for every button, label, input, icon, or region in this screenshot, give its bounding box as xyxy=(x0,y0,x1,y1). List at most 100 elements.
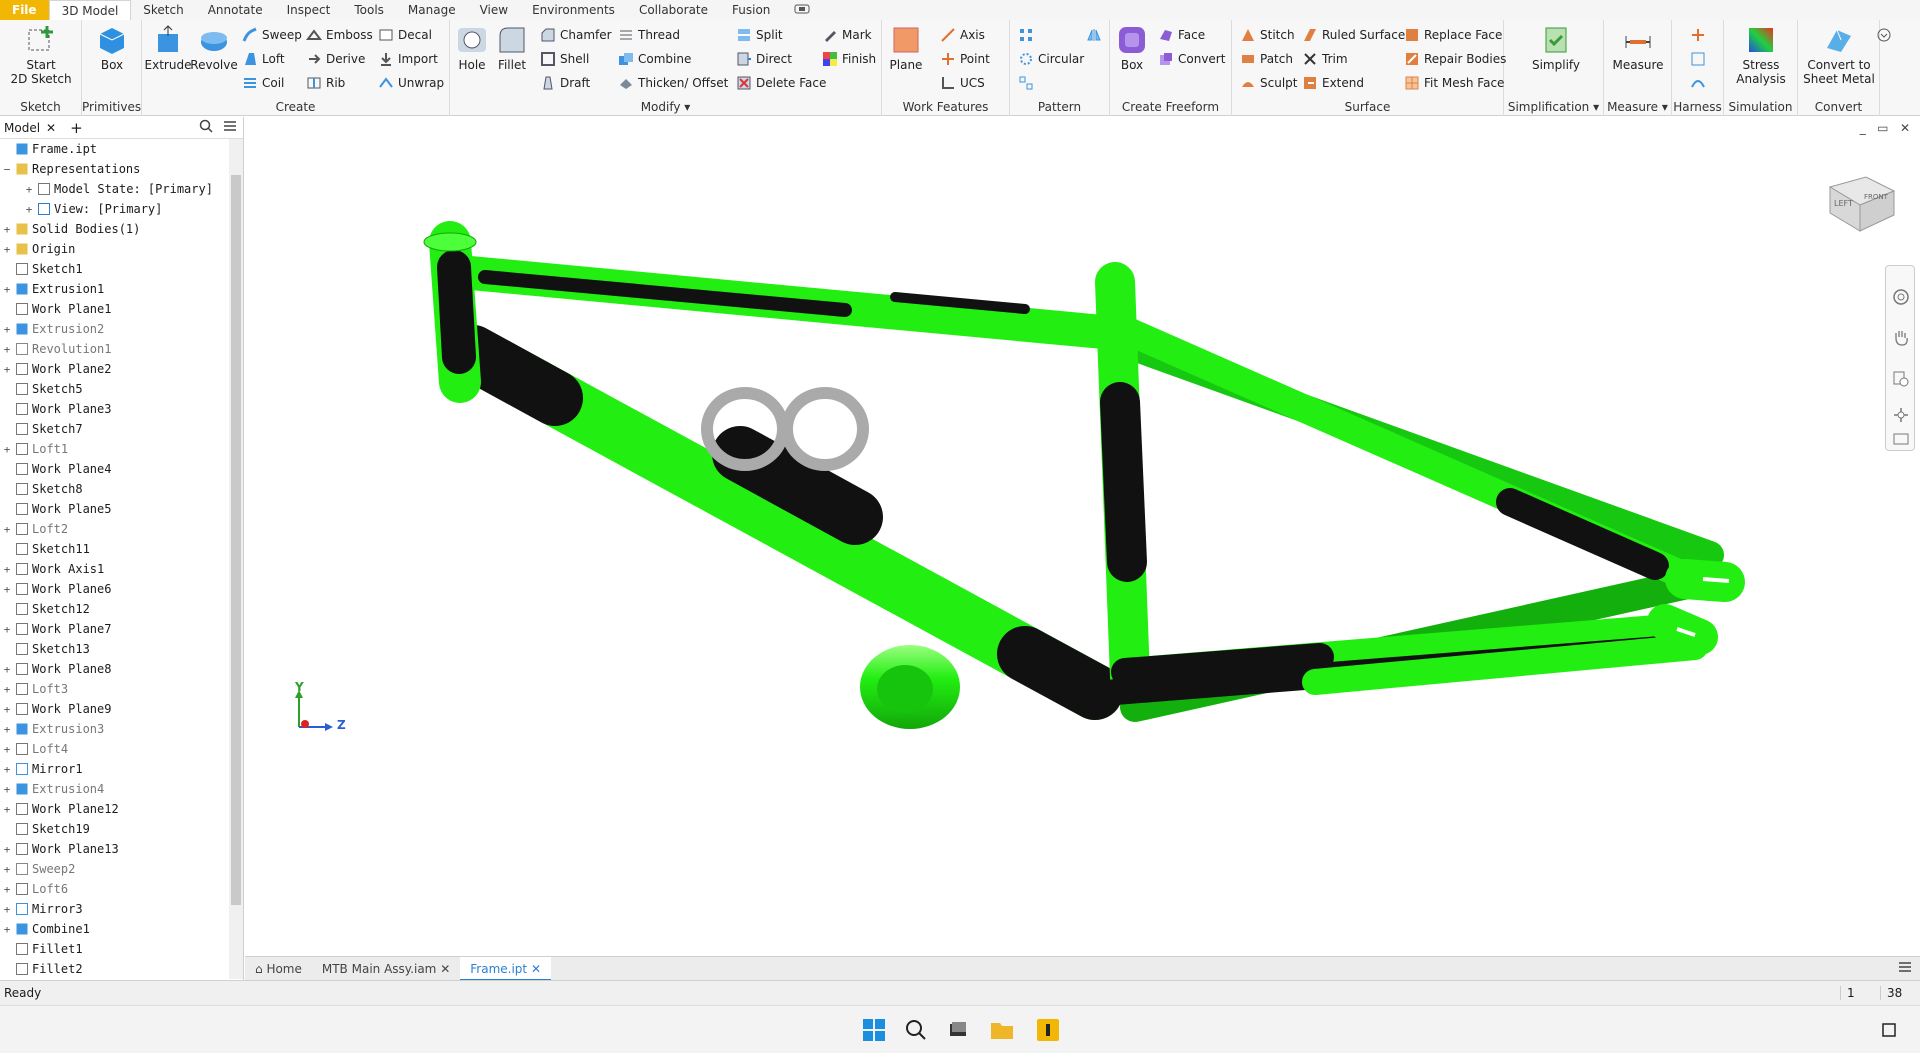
panel-label-simplification[interactable]: Simplification ▾ xyxy=(1504,100,1603,114)
import-button[interactable]: Import xyxy=(378,50,438,68)
split-button[interactable]: Split xyxy=(736,26,783,44)
sweep-button[interactable]: Sweep xyxy=(242,26,302,44)
patch-button[interactable]: Patch xyxy=(1240,50,1293,68)
tree-node[interactable]: + Loft1 xyxy=(0,439,243,459)
tree-node[interactable]: + Work Plane8 xyxy=(0,659,243,679)
doc-tab-assembly[interactable]: MTB Main Assy.iam ✕ xyxy=(312,957,460,981)
viewcube[interactable]: LEFT FRONT xyxy=(1820,169,1900,239)
viewcube-front-face[interactable]: FRONT xyxy=(1864,193,1888,201)
pan-hand-icon[interactable] xyxy=(1892,328,1910,349)
expand-icon[interactable]: + xyxy=(2,243,12,256)
expand-icon[interactable]: + xyxy=(2,583,12,596)
tree-node[interactable]: Sketch11 xyxy=(0,539,243,559)
maximize-icon[interactable]: ▭ xyxy=(1877,121,1888,135)
mirror-button[interactable] xyxy=(1086,26,1106,44)
unwrap-button[interactable]: Unwrap xyxy=(378,74,444,92)
tree-node[interactable]: + Mirror1 xyxy=(0,759,243,779)
doc-tab-home[interactable]: ⌂ Home xyxy=(245,957,312,981)
extend-button[interactable]: Extend xyxy=(1302,74,1364,92)
tab-fusion[interactable]: Fusion xyxy=(720,0,782,20)
expand-icon[interactable]: + xyxy=(2,883,12,896)
tree-node[interactable]: Work Plane3 xyxy=(0,399,243,419)
tree-node[interactable]: Work Plane1 xyxy=(0,299,243,319)
hole-button[interactable]: Hole xyxy=(454,24,490,72)
tab-file[interactable]: File xyxy=(0,0,49,20)
close-icon[interactable]: ✕ xyxy=(531,962,541,976)
tab-manage[interactable]: Manage xyxy=(396,0,468,20)
circular-pattern-button[interactable]: Circular xyxy=(1018,50,1084,68)
browser-menu-icon[interactable] xyxy=(223,120,237,135)
tree-node[interactable]: Fillet2 xyxy=(0,959,243,979)
stress-analysis-button[interactable]: Stress Analysis xyxy=(1728,24,1794,86)
browser-tab-model[interactable]: Model xyxy=(4,121,46,135)
expand-icon[interactable]: + xyxy=(2,363,12,376)
delete-face-button[interactable]: Delete Face xyxy=(736,74,826,92)
repair-bodies-button[interactable]: Repair Bodies xyxy=(1404,50,1506,68)
point-button[interactable]: Point xyxy=(940,50,990,68)
chamfer-button[interactable]: Chamfer xyxy=(540,26,612,44)
tree-node[interactable]: Sketch19 xyxy=(0,819,243,839)
tree-node[interactable]: Frame.ipt xyxy=(0,139,243,159)
tab-view[interactable]: View xyxy=(468,0,520,20)
trim-button[interactable]: Trim xyxy=(1302,50,1348,68)
expand-icon[interactable]: + xyxy=(2,703,12,716)
panel-label-measure[interactable]: Measure ▾ xyxy=(1604,100,1671,114)
freeform-box-button[interactable]: Box xyxy=(1114,24,1150,72)
tree-node[interactable]: + Work Axis1 xyxy=(0,559,243,579)
tab-sketch[interactable]: Sketch xyxy=(131,0,195,20)
thicken-offset-button[interactable]: Thicken/ Offset xyxy=(618,74,728,92)
ribbon-display-toggle-icon[interactable] xyxy=(782,0,822,20)
tree-node[interactable]: + Loft4 xyxy=(0,739,243,759)
expand-icon[interactable]: + xyxy=(2,343,12,356)
notification-icon[interactable] xyxy=(1880,1016,1900,1044)
tab-inspect[interactable]: Inspect xyxy=(275,0,343,20)
tree-node[interactable]: + Mirror3 xyxy=(0,899,243,919)
expand-icon[interactable]: + xyxy=(2,443,12,456)
simplify-button[interactable]: Simplify xyxy=(1532,24,1580,72)
tree-node[interactable]: Sketch5 xyxy=(0,379,243,399)
axis-button[interactable]: Axis xyxy=(940,26,985,44)
tree-node[interactable]: + Extrusion3 xyxy=(0,719,243,739)
expand-icon[interactable]: + xyxy=(2,523,12,536)
browser-scrollbar[interactable] xyxy=(229,139,243,979)
tab-annotate[interactable]: Annotate xyxy=(196,0,275,20)
expand-icon[interactable]: + xyxy=(2,843,12,856)
scrollbar-thumb[interactable] xyxy=(231,175,241,905)
expand-icon[interactable]: + xyxy=(2,223,12,236)
tree-node[interactable]: Sketch13 xyxy=(0,639,243,659)
derive-button[interactable]: Derive xyxy=(306,50,365,68)
expand-icon[interactable]: + xyxy=(2,743,12,756)
tree-node[interactable]: + Work Plane13 xyxy=(0,839,243,859)
tree-node[interactable]: − Representations xyxy=(0,159,243,179)
coil-button[interactable]: Coil xyxy=(242,74,284,92)
measure-button[interactable]: Measure xyxy=(1612,24,1664,72)
plane-button[interactable]: Plane xyxy=(888,24,924,72)
shell-button[interactable]: Shell xyxy=(540,50,589,68)
doc-tab-frame[interactable]: Frame.ipt ✕ xyxy=(460,956,552,981)
expand-icon[interactable]: + xyxy=(2,763,12,776)
expand-icon[interactable]: + xyxy=(2,863,12,876)
start-2d-sketch-button[interactable]: Start 2D Sketch xyxy=(6,24,76,86)
windows-start-icon[interactable] xyxy=(860,1016,888,1044)
emboss-button[interactable]: Emboss xyxy=(306,26,373,44)
convert-to-sheet-metal-button[interactable]: Convert to Sheet Metal xyxy=(1800,24,1878,86)
tree-node[interactable]: + Sweep2 xyxy=(0,859,243,879)
tree-node[interactable]: + Work Plane7 xyxy=(0,619,243,639)
inventor-app-icon[interactable] xyxy=(1034,1016,1062,1044)
expand-icon[interactable]: + xyxy=(2,803,12,816)
expand-icon[interactable]: + xyxy=(2,723,12,736)
tree-node[interactable]: + View: [Primary] xyxy=(0,199,243,219)
freeform-convert-button[interactable]: Convert xyxy=(1158,50,1225,68)
search-icon[interactable] xyxy=(199,119,213,136)
expand-icon[interactable]: + xyxy=(2,783,12,796)
tree-node[interactable]: + Loft2 xyxy=(0,519,243,539)
task-view-icon[interactable] xyxy=(944,1016,972,1044)
stitch-button[interactable]: Stitch xyxy=(1240,26,1295,44)
decal-button[interactable]: Decal xyxy=(378,26,432,44)
tree-node[interactable]: Sketch1 xyxy=(0,259,243,279)
close-icon[interactable]: ✕ xyxy=(46,121,56,135)
tree-node[interactable]: + Work Plane2 xyxy=(0,359,243,379)
zoom-icon[interactable] xyxy=(1892,370,1910,391)
tree-node[interactable]: Work Plane5 xyxy=(0,499,243,519)
graphics-viewport[interactable]: _ ▭ ✕ LEFT FRONT Y Z xyxy=(245,117,1920,956)
